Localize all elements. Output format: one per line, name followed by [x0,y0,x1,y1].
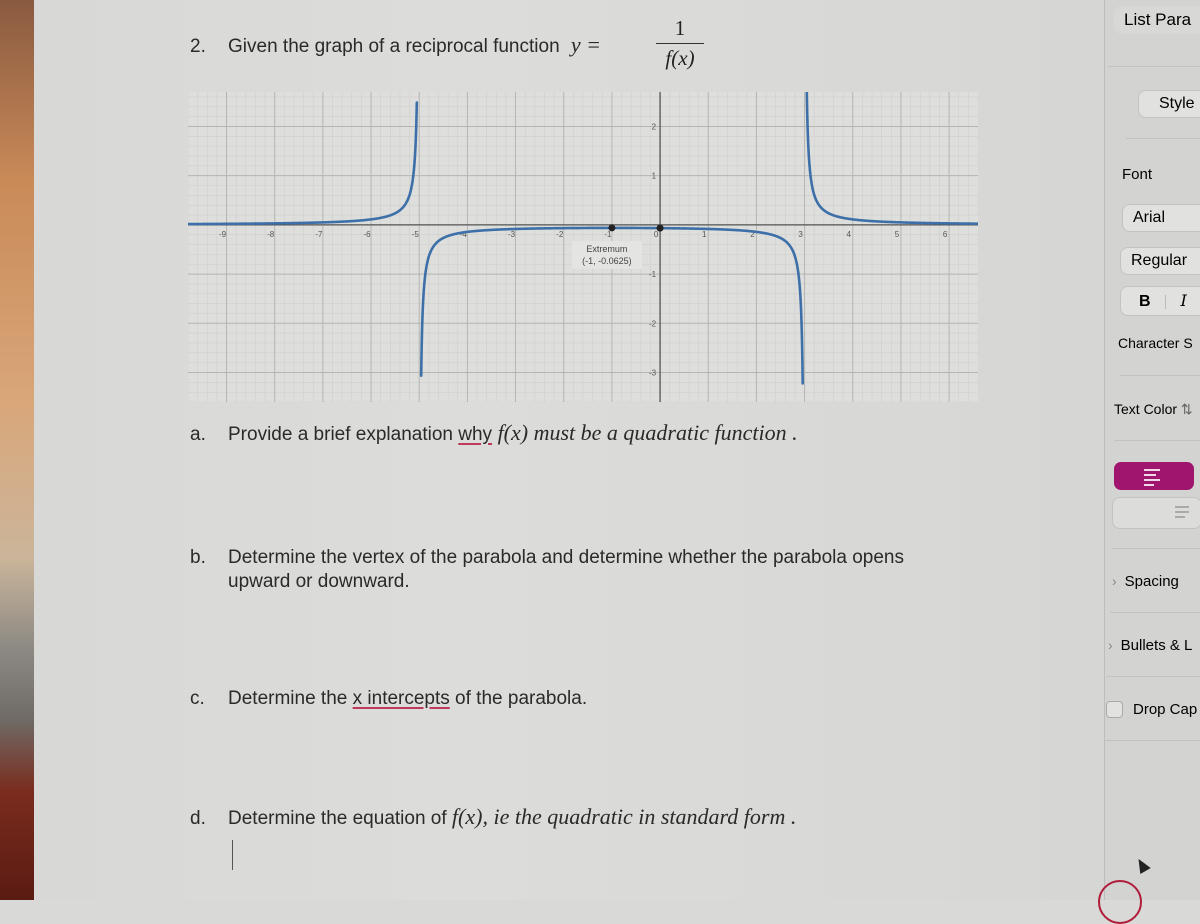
part-b-line1: Determine the vertex of the parabola and… [228,547,904,568]
fraction-denominator: f(x) [665,46,695,70]
extremum-point [608,224,616,232]
button-separator [1165,294,1167,309]
format-sidebar [1104,0,1200,900]
sidebar-divider [1108,66,1200,67]
spacing-label: Spacing [1124,573,1179,590]
indent-button[interactable] [1112,497,1200,529]
extremum-point [656,224,664,232]
sidebar-divider [1126,138,1200,139]
paragraph-style-dropdown[interactable]: List Para [1114,6,1200,34]
font-style-label: Regular [1131,252,1188,269]
indent-icon [1175,506,1189,521]
x-tick-label: 1 [702,230,707,239]
font-heading: Font [1122,166,1153,183]
style-button[interactable]: Style [1138,90,1200,118]
y-tick-label: 2 [652,122,657,131]
part-c-text-after: of the parabola. [449,688,588,709]
chevron-right-icon: › [1112,573,1117,589]
part-b-line2: upward or downward. [228,571,410,592]
part-a-math: f(x) must be a quadratic function . [492,420,798,445]
y-tick-label: -1 [649,270,657,279]
font-name-label: Arial [1133,209,1166,226]
part-c: c. Determine the x intercepts of the para… [190,688,587,710]
sidebar-divider [1110,612,1200,613]
y-tick-label: -3 [649,368,657,377]
text-cursor [232,840,233,870]
question-text: Given the graph of a reciprocal function [228,36,560,57]
font-style-dropdown[interactable]: Regular [1120,247,1200,275]
align-left-button[interactable] [1114,462,1194,490]
app-icon-partial [1098,880,1142,924]
part-a: a. Provide a brief explanation why f(x) m… [190,420,798,446]
part-c-label: c. [190,688,205,709]
x-tick-label: -6 [363,230,371,239]
bold-italic-group[interactable]: B I [1120,286,1200,316]
character-styles-dropdown[interactable]: Character S [1118,335,1193,351]
fraction-numerator: 1 [674,16,686,40]
text-color-control[interactable]: Text Color ⇅ [1114,401,1193,418]
part-d-label: d. [190,808,206,829]
sidebar-divider [1120,375,1200,376]
x-tick-label: -9 [219,230,227,239]
question-number: 2. [190,36,206,57]
sidebar-divider [1106,676,1200,677]
bold-button[interactable]: B [1139,293,1151,310]
spacing-section[interactable]: › Spacing [1112,573,1179,590]
part-a-label: a. [190,424,206,445]
align-left-icon [1144,469,1160,489]
extremum-coords: (-1, -0.0625) [582,256,632,266]
x-tick-label: -8 [267,230,275,239]
part-d-math: f(x), ie the quadratic in standard form … [451,804,797,829]
reciprocal-function-graph: -9 -8 -7 -6 -5 -4 -3 -2 -1 0 1 2 3 4 5 6-3-2-112Extremu… [188,92,978,402]
chevron-right-icon: › [1108,637,1113,653]
y-tick-label: -2 [649,319,657,328]
color-stepper-icon: ⇅ [1180,401,1193,417]
fraction: 1 f(x) [656,16,704,71]
style-button-label: Style [1159,95,1195,112]
part-c-spellcheck-word: x intercepts [352,688,450,709]
text-color-label: Text Color [1114,401,1178,417]
bullets-section[interactable]: › Bullets & L [1108,637,1192,654]
extremum-label: Extremum [586,244,627,254]
sidebar-divider [1112,548,1200,549]
part-a-spellcheck-word: why [458,424,493,445]
font-name-dropdown[interactable]: Arial [1122,204,1200,232]
x-tick-label: -3 [508,230,516,239]
drop-cap-checkbox[interactable] [1106,701,1123,718]
part-d-text: Determine the equation of [228,808,452,829]
x-tick-label: 5 [895,230,900,239]
x-tick-label: 0 [654,230,659,239]
x-tick-label: 6 [943,230,948,239]
x-tick-label: -2 [556,230,564,239]
x-tick-label: 3 [798,230,803,239]
question-header: 2. Given the graph of a reciprocal functi… [190,32,601,58]
part-b: b. Determine the vertex of the parabola a… [190,546,904,594]
drop-cap-label: Drop Cap [1133,701,1198,718]
y-tick-label: 1 [652,172,657,181]
fraction-bar [656,43,704,44]
x-tick-label: 4 [847,230,852,239]
function-lhs: y = [570,32,602,57]
x-tick-label: -7 [315,230,323,239]
x-tick-label: -5 [412,230,420,239]
part-c-text: Determine the [228,688,353,709]
part-b-label: b. [190,547,206,568]
bullets-label: Bullets & L [1120,637,1193,654]
desktop-wallpaper [0,0,34,900]
italic-button[interactable]: I [1180,291,1186,310]
sidebar-divider [1104,740,1200,741]
sidebar-divider [1114,440,1200,441]
paragraph-style-label: List Para [1124,10,1192,29]
part-a-text: Provide a brief explanation [228,424,459,445]
part-d: d. Determine the equation of f(x), ie the… [190,804,796,830]
